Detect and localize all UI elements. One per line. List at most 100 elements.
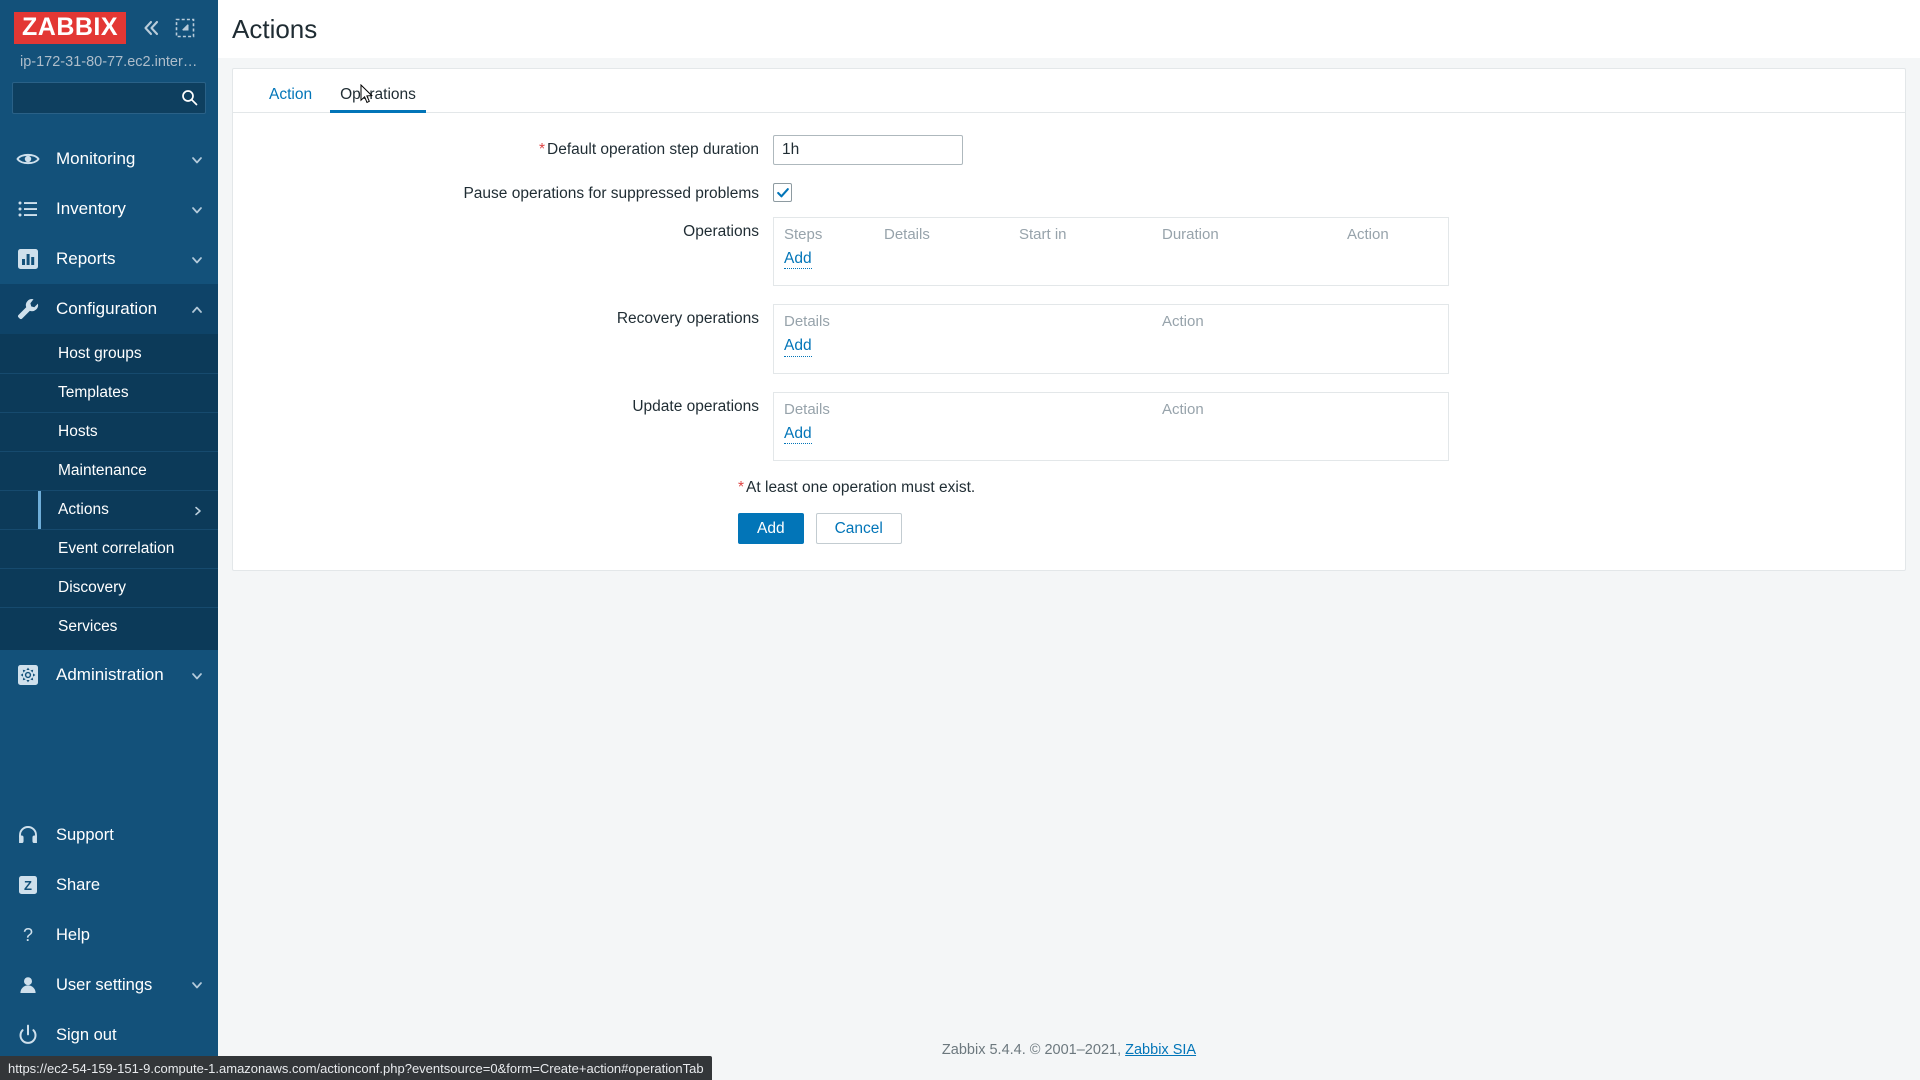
sidebar-item-label: Sign out: [56, 1025, 117, 1044]
field-pause-suppressed: Pause operations for suppressed problems: [233, 179, 1905, 203]
recovery-operations-table-body: Add: [774, 334, 1448, 372]
default-step-duration-input[interactable]: [773, 135, 963, 165]
chevron-down-icon: [190, 202, 204, 216]
user-icon: [14, 971, 42, 999]
chevron-down-icon: [190, 978, 204, 992]
chevron-up-icon: [190, 302, 204, 316]
list-icon: [14, 195, 42, 223]
sidebar-item-label: Support: [56, 825, 114, 844]
main-content: Actions Action Operations * Default opera…: [218, 0, 1920, 1080]
sidebar-item-event-correlation[interactable]: Event correlation: [0, 529, 218, 568]
add-recovery-operation-link[interactable]: Add: [784, 336, 812, 357]
zabbix-app-window: ZABBIX ip-172-31-80-77.ec2.inter… Monito…: [0, 0, 1920, 1080]
tab-action[interactable]: Action: [255, 86, 326, 113]
column-header-action: Action: [1162, 400, 1204, 418]
footer-copyright: Zabbix 5.4.4. © 2001–2021,: [941, 1042, 1122, 1058]
svg-text:?: ?: [23, 925, 33, 945]
column-header-details: Details: [784, 400, 830, 418]
sidebar-item-actions[interactable]: Actions: [0, 490, 218, 529]
page-title: Actions: [232, 13, 318, 44]
search-input[interactable]: [12, 82, 206, 114]
sidebar-item-discovery[interactable]: Discovery: [0, 568, 218, 607]
update-operations-table-header: Details Action: [774, 393, 1448, 422]
zabbix-logo[interactable]: ZABBIX: [14, 11, 127, 45]
action-form-pane: Action Operations * Default operation ste…: [232, 68, 1906, 572]
sidebar-item-host-groups[interactable]: Host groups: [0, 334, 218, 373]
cancel-button[interactable]: Cancel: [815, 513, 902, 545]
field-operations: Operations Steps Details Start in Durati…: [233, 217, 1905, 287]
tab-operations[interactable]: Operations: [326, 86, 430, 113]
configuration-submenu: Host groups Templates Hosts Maintenance …: [0, 334, 218, 650]
submenu-label: Services: [58, 618, 118, 635]
update-operations-table-body: Add: [774, 422, 1448, 460]
recovery-operations-table: Details Action Add: [773, 304, 1449, 374]
required-marker: *: [738, 479, 745, 497]
sidebar-item-templates[interactable]: Templates: [0, 373, 218, 412]
column-header-duration: Duration: [1162, 226, 1219, 243]
sidebar-item-label: Monitoring: [56, 149, 136, 168]
sidebar-item-support[interactable]: Support: [0, 810, 218, 860]
bar-chart-icon: [14, 245, 42, 273]
field-label: * Default operation step duration: [233, 135, 773, 159]
validation-row: * At least one operation must exist.: [233, 479, 1905, 497]
sidebar-item-inventory[interactable]: Inventory: [0, 184, 218, 234]
sidebar: ZABBIX ip-172-31-80-77.ec2.inter… Monito…: [0, 0, 218, 1080]
sidebar-item-user-settings[interactable]: User settings: [0, 960, 218, 1010]
column-header-action: Action: [1162, 313, 1204, 331]
collapse-sidebar-icon[interactable]: [140, 17, 162, 39]
submenu-label: Actions: [58, 501, 109, 518]
form-actions: Add Cancel: [233, 513, 1905, 545]
field-update-operations: Update operations Details Action Add: [233, 391, 1905, 462]
field-label: Pause operations for suppressed problems: [463, 185, 759, 202]
sidebar-item-label: Share: [56, 875, 101, 894]
add-button[interactable]: Add: [738, 513, 804, 545]
sidebar-item-administration[interactable]: Administration: [0, 650, 218, 700]
logo-row: ZABBIX: [0, 0, 218, 52]
sidebar-item-configuration[interactable]: Configuration: [0, 284, 218, 334]
chevron-down-icon: [190, 152, 204, 166]
server-hostname: ip-172-31-80-77.ec2.inter…: [20, 54, 198, 70]
sidebar-item-sign-out[interactable]: Sign out: [0, 1010, 218, 1060]
power-icon: [14, 1021, 42, 1049]
primary-navigation: Monitoring Inventory Reports Configurati…: [0, 134, 218, 700]
add-update-operation-link[interactable]: Add: [784, 424, 812, 445]
sidebar-item-hosts[interactable]: Hosts: [0, 412, 218, 451]
column-header-details: Details: [784, 313, 830, 331]
form-tabs: Action Operations: [233, 69, 1905, 113]
field-default-step-duration: * Default operation step duration: [233, 135, 1905, 165]
validation-message: * At least one operation must exist.: [738, 479, 975, 497]
sidebar-item-label: Reports: [56, 249, 116, 268]
zabbix-sia-link[interactable]: Zabbix SIA: [1125, 1042, 1196, 1058]
compact-view-icon[interactable]: [175, 18, 195, 38]
sidebar-item-label: User settings: [56, 975, 153, 994]
sidebar-item-share[interactable]: Z Share: [0, 860, 218, 910]
sidebar-item-label: Inventory: [56, 199, 126, 218]
page-header: Actions: [218, 0, 1920, 58]
sidebar-item-reports[interactable]: Reports: [0, 234, 218, 284]
sidebar-item-monitoring[interactable]: Monitoring: [0, 134, 218, 184]
field-label: Update operations: [632, 397, 759, 415]
update-operations-table: Details Action Add: [773, 391, 1449, 462]
operations-form: *Default operation step duration Pause o…: [233, 113, 1905, 570]
add-operation-link[interactable]: Add: [784, 249, 812, 270]
submenu-label: Hosts: [58, 423, 98, 440]
submenu-label: Templates: [58, 384, 129, 401]
submenu-label: Maintenance: [58, 462, 147, 479]
search-icon[interactable]: [181, 89, 198, 106]
column-header-details: Details: [884, 226, 930, 243]
submenu-label: Host groups: [58, 344, 142, 362]
sidebar-item-label: Configuration: [56, 299, 158, 318]
svg-text:Z: Z: [24, 878, 32, 893]
sidebar-item-help[interactable]: ? Help: [0, 910, 218, 960]
sidebar-item-maintenance[interactable]: Maintenance: [0, 451, 218, 490]
pause-suppressed-checkbox[interactable]: [773, 183, 792, 202]
wrench-icon: [14, 295, 42, 323]
recovery-operations-table-header: Details Action: [774, 305, 1448, 334]
column-header-action: Action: [1347, 226, 1389, 243]
chevron-down-icon: [190, 252, 204, 266]
validation-text: At least one operation must exist.: [746, 479, 976, 497]
sidebar-item-services[interactable]: Services: [0, 607, 218, 646]
submenu-label: Discovery: [58, 579, 127, 596]
form-indent-spacer: [233, 479, 738, 497]
sidebar-bottom-menu: Support Z Share ? Help User settings Sig…: [0, 810, 218, 1080]
